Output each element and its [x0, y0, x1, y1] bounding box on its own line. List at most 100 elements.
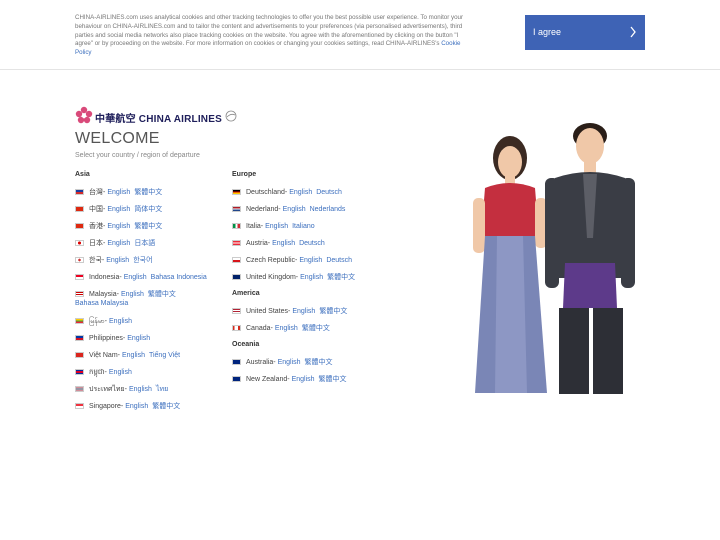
language-link[interactable]: 繁體中文 [148, 291, 176, 298]
agree-button[interactable]: I agree [525, 15, 645, 50]
language-link[interactable]: Bahasa Malaysia [75, 299, 176, 308]
country-name: 日本- [89, 240, 106, 247]
language-link[interactable]: 繁體中文 [134, 189, 162, 196]
skyteam-icon [225, 110, 237, 122]
language-link[interactable]: 繁體中文 [134, 223, 162, 230]
country-name: Canada- [246, 325, 273, 332]
country-row: Singapore- English 繁體中文 [75, 402, 180, 411]
language-link[interactable]: English [109, 318, 132, 325]
country-name: Deutschland- [246, 189, 288, 196]
language-link[interactable]: 繁體中文 [305, 359, 333, 366]
language-link[interactable]: English [278, 359, 301, 366]
language-link[interactable]: 简体中文 [134, 206, 162, 213]
country-name: Việt Nam- [89, 352, 120, 359]
language-link[interactable]: English [275, 325, 298, 332]
language-link[interactable]: English [272, 240, 295, 247]
vietnam-flag-icon [75, 352, 84, 358]
language-link[interactable]: English [121, 291, 144, 298]
language-link[interactable]: 日本語 [134, 240, 155, 247]
language-link[interactable]: English [283, 206, 306, 213]
language-link[interactable]: English [292, 376, 315, 383]
country-name: Philippines- [89, 335, 126, 342]
country-name: United States- [246, 308, 291, 315]
country-name: New Zealand- [246, 376, 290, 383]
usa-flag-icon [232, 308, 241, 314]
language-link[interactable]: 繁體中文 [319, 376, 347, 383]
country-name: Nederland- [246, 206, 281, 213]
country-name: កម្ពុជា- [89, 369, 107, 376]
language-link[interactable]: English [129, 386, 152, 393]
country-name: Singapore- [89, 403, 124, 410]
country-row: United States- English 繁體中文 [232, 307, 347, 316]
language-link[interactable]: English [300, 274, 323, 281]
country-row: Nederland- English Nederlands [232, 205, 345, 214]
philippines-flag-icon [75, 335, 84, 341]
country-row: Canada- English 繁體中文 [232, 324, 330, 333]
language-link[interactable]: Tiếng Việt [149, 352, 180, 359]
language-link[interactable]: Bahasa Indonesia [151, 274, 207, 281]
cookie-banner: CHINA-AIRLINES.com uses analytical cooki… [0, 0, 720, 70]
language-link[interactable]: 繁體中文 [302, 325, 330, 332]
country-row: 한국- English 한국어 [75, 256, 153, 265]
thailand-flag-icon [75, 386, 84, 392]
language-link[interactable]: English [127, 335, 150, 342]
flight-attendants-photo [473, 123, 635, 394]
canada-flag-icon [232, 325, 241, 331]
hongkong-flag-icon [75, 223, 84, 229]
country-name: 한국- [89, 257, 105, 264]
region-heading-america: America [232, 290, 260, 297]
cookie-text: CHINA-AIRLINES.com uses analytical cooki… [75, 14, 464, 48]
language-link[interactable]: English [107, 206, 130, 213]
country-name: Malaysia- [89, 291, 119, 298]
czech-flag-icon [232, 257, 241, 263]
language-link[interactable]: English [109, 369, 132, 376]
language-link[interactable]: ไทย [156, 386, 168, 393]
country-row: Malaysia- English 繁體中文 Bahasa Malaysia [75, 290, 176, 308]
country-row: Indonesia- English Bahasa Indonesia [75, 273, 207, 282]
language-link[interactable]: 한국어 [133, 257, 152, 264]
language-link[interactable]: English [122, 352, 145, 359]
language-link[interactable]: English [107, 240, 130, 247]
plum-blossom-logo-icon [75, 106, 93, 124]
country-name: United Kingdom- [246, 274, 299, 281]
language-link[interactable]: Deutsch [326, 257, 352, 264]
language-link[interactable]: English [299, 257, 322, 264]
country-name: မြန်မာ- [89, 318, 108, 325]
country-row: Philippines- English [75, 334, 150, 343]
austria-flag-icon [232, 240, 241, 246]
region-heading-asia: Asia [75, 171, 90, 178]
brand-name: 中華航空 CHINA AIRLINES [95, 110, 222, 125]
language-link[interactable]: English [106, 257, 129, 264]
language-link[interactable]: English [265, 223, 288, 230]
country-name: Italia- [246, 223, 264, 230]
country-name: Indonesia- [89, 274, 122, 281]
language-link[interactable]: Deutsch [316, 189, 342, 196]
country-name: Austria- [246, 240, 271, 247]
language-link[interactable]: Deutsch [299, 240, 325, 247]
italy-flag-icon [232, 223, 241, 229]
brand-chinese: 中華航空 [95, 114, 136, 125]
language-link[interactable]: English [292, 308, 315, 315]
country-row: កម្ពុជា- English [75, 368, 132, 377]
language-link[interactable]: English [125, 403, 148, 410]
agree-button-label: I agree [533, 27, 562, 37]
language-link[interactable]: English [107, 223, 130, 230]
country-name: 中国- [89, 206, 106, 213]
australia-flag-icon [232, 359, 241, 365]
language-link[interactable]: 繁體中文 [319, 308, 347, 315]
language-link[interactable]: English [289, 189, 312, 196]
language-link[interactable]: Italiano [292, 223, 315, 230]
language-link[interactable]: 繁體中文 [327, 274, 355, 281]
country-row: Australia- English 繁體中文 [232, 358, 333, 367]
country-row: Italia- English Italiano [232, 222, 315, 231]
language-link[interactable]: 繁體中文 [152, 403, 180, 410]
language-link[interactable]: English [124, 274, 147, 281]
newzealand-flag-icon [232, 376, 241, 382]
country-name: 香港- [89, 223, 106, 230]
japan-flag-icon [75, 240, 84, 246]
china-flag-icon [75, 206, 84, 212]
language-link[interactable]: Nederlands [310, 206, 346, 213]
language-link[interactable]: English [107, 189, 130, 196]
brand-english: CHINA AIRLINES [138, 114, 222, 125]
country-name: Australia- [246, 359, 276, 366]
